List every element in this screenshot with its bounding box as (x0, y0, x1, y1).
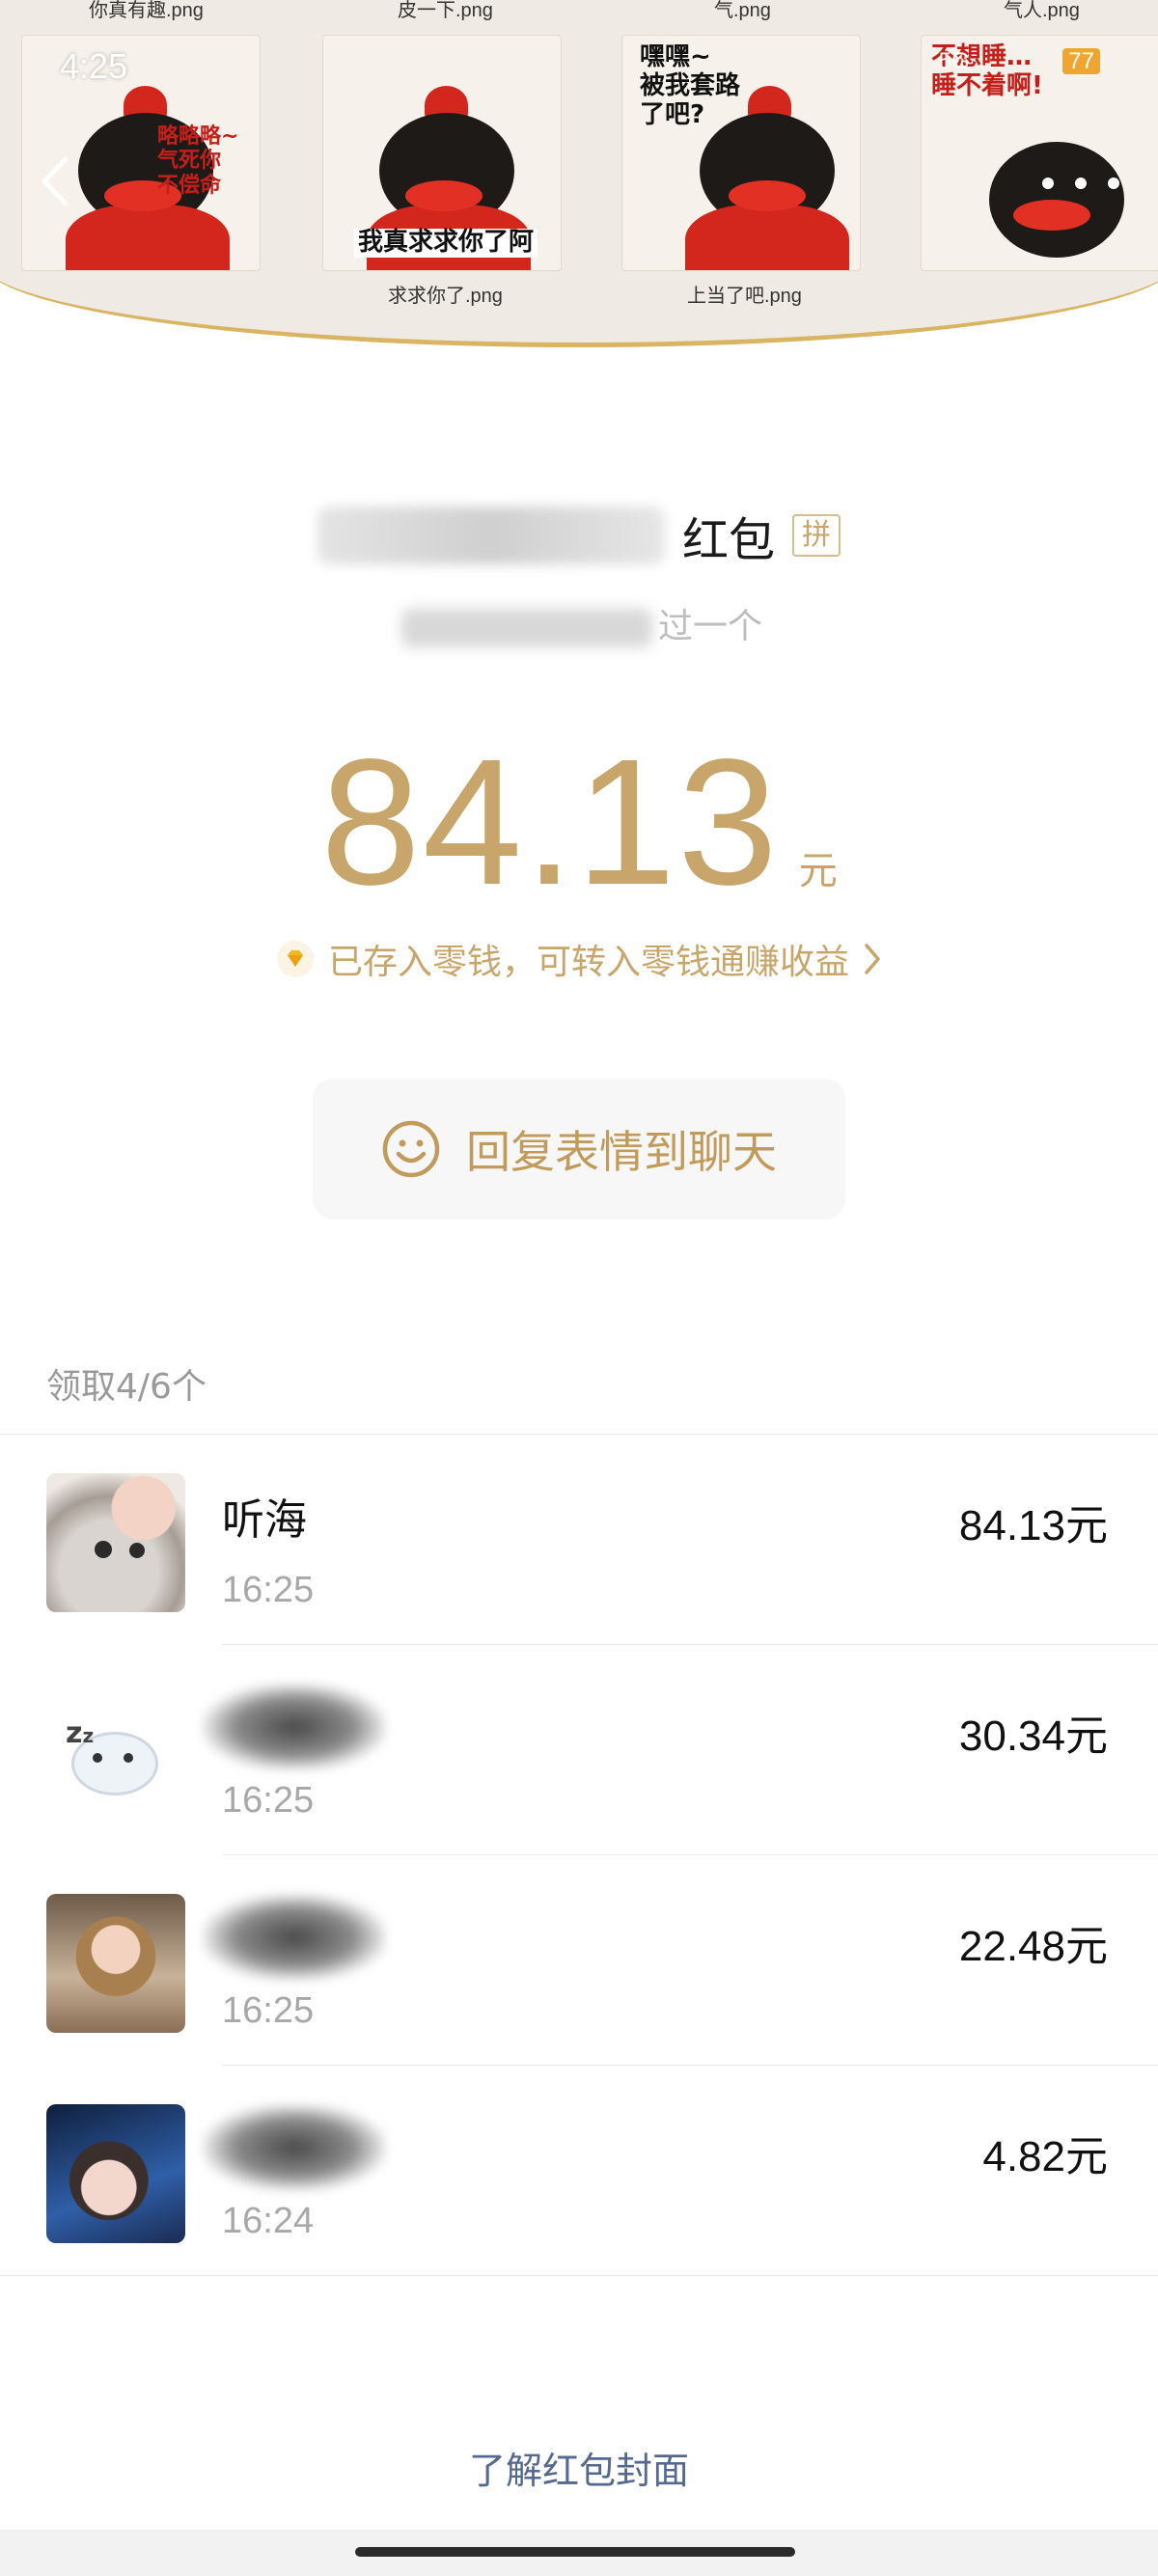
avatar[interactable] (46, 1894, 185, 2033)
sticker-file-label: 皮一下.png (398, 0, 493, 21)
claim-row[interactable]: zz 16:25 30.34元 (0, 1645, 1158, 1855)
home-indicator-bar[interactable] (355, 2547, 795, 2557)
sticker-file-label: 你真有趣.png (89, 0, 204, 21)
claim-row[interactable]: 16:25 22.48元 (0, 1855, 1158, 2066)
claim-amount: 4.82元 (982, 2133, 1108, 2180)
avatar[interactable] (46, 1473, 185, 1612)
claims-count: 领取4/6个 (46, 1367, 207, 1407)
network-label: 5G (938, 48, 970, 74)
sticker-file-label: 气人.png (1004, 0, 1080, 21)
more-dot-icon (1108, 178, 1119, 189)
avatar[interactable] (46, 2104, 185, 2243)
pin-badge: 拼 (792, 514, 841, 557)
reply-button-label: 回复表情到聊天 (466, 1126, 777, 1178)
claim-amount: 84.13元 (958, 1502, 1108, 1549)
amount-block: 84.13 元 (0, 733, 1158, 913)
chevron-right-icon (865, 944, 880, 974)
claim-amount: 30.34元 (958, 1713, 1108, 1760)
sticker-image: 嘿嘿~ 被我套路 了吧? (621, 35, 861, 271)
sender-name-redacted (317, 507, 665, 564)
status-indicators: 5G 77 (939, 48, 1100, 75)
sticker-file-label: 气.png (714, 0, 771, 21)
sticker-file-label: 求求你了.png (388, 286, 503, 307)
received-amount: 84.13 (320, 723, 780, 922)
saved-note: 已存入零钱，可转入零钱通赚收益 (327, 943, 849, 982)
sticker-image: 我真求求你了阿 (322, 35, 562, 271)
packet-label: 红包 (681, 513, 775, 567)
back-button[interactable] (35, 152, 75, 210)
claimer-name-redacted (203, 1684, 386, 1770)
diamond-icon (276, 941, 314, 977)
saved-to-balance-link[interactable]: 已存入零钱，可转入零钱通赚收益 (0, 934, 1158, 984)
reply-sticker-button[interactable]: 回复表情到聊天 (313, 1079, 845, 1219)
sender-title: 红包 拼 (317, 502, 841, 569)
divider (0, 2275, 1158, 2276)
sticker-caption: 我真求求你了阿 (354, 228, 538, 258)
more-dot-icon (1042, 178, 1054, 189)
claim-time: 16:24 (222, 2201, 315, 2241)
status-time: 4:25 (60, 46, 128, 86)
more-button[interactable] (1042, 164, 1119, 203)
claim-row[interactable]: 16:24 4.82元 (0, 2066, 1158, 2276)
sender-info: 红包 拼 过一个 (0, 502, 1158, 648)
claimer-name: 听海 (222, 1495, 307, 1545)
more-dot-icon (1075, 178, 1087, 189)
smiley-icon (382, 1120, 440, 1178)
amount-unit: 元 (798, 849, 838, 893)
battery-level: 77 (1062, 48, 1100, 74)
blessing-redacted (400, 609, 652, 647)
claim-time: 16:25 (222, 1570, 315, 1610)
sticker-file-label: 上当了吧.png (687, 286, 802, 307)
sticker-caption: 嘿嘿~ 被我套路 了吧? (640, 42, 741, 129)
red-packet-cover: 你真有趣.png 皮一下.png 气.png 气人.png 略略略~ 气死你 不… (0, 0, 1158, 347)
claim-amount: 22.48元 (958, 1923, 1108, 1970)
claimer-name-redacted (203, 1894, 386, 1981)
claim-time: 16:25 (222, 1780, 315, 1821)
claim-time: 16:25 (222, 1990, 315, 2031)
avatar[interactable]: zz (46, 1684, 185, 1822)
claim-row[interactable]: 听海 16:25 84.13元 (0, 1435, 1158, 1645)
chevron-left-icon (41, 156, 69, 206)
sticker-caption: 略略略~ 气死你 不偿命 (157, 124, 239, 198)
blessing-text: 过一个 (0, 598, 1158, 648)
learn-cover-link[interactable]: 了解红包封面 (0, 2441, 1158, 2494)
claimer-name-redacted (203, 2104, 386, 2191)
